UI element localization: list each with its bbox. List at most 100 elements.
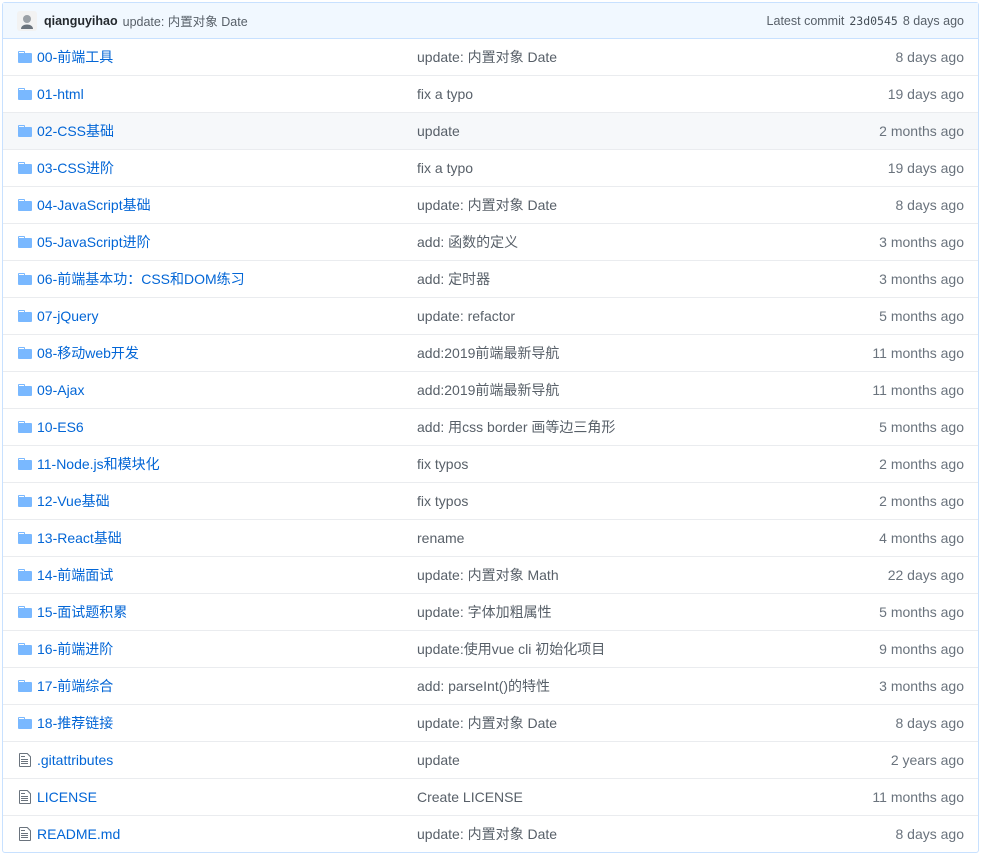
commit-message-link[interactable]: update: 内置对象 Date bbox=[417, 47, 557, 67]
file-row[interactable]: 04-JavaScript基础 update: 内置对象 Date 8 days a… bbox=[3, 186, 978, 223]
latest-commit-info: Latest commit 23d0545 8 days ago bbox=[767, 14, 964, 28]
commit-age: 8 days ago bbox=[895, 826, 965, 842]
file-row[interactable]: 07-jQuery update: refactor 5 months ago bbox=[3, 297, 978, 334]
folder-icon bbox=[18, 717, 32, 729]
commit-message-link[interactable]: update: 字体加粗属性 bbox=[417, 602, 552, 622]
file-name-link[interactable]: LICENSE bbox=[37, 789, 97, 805]
file-name-link[interactable]: 12-Vue基础 bbox=[37, 491, 110, 511]
file-row[interactable]: 00-前端工具 update: 内置对象 Date 8 days ago bbox=[3, 39, 978, 75]
folder-icon bbox=[18, 495, 32, 507]
commit-message-link[interactable]: rename bbox=[417, 530, 464, 546]
folder-icon bbox=[18, 125, 32, 137]
commit-message-link[interactable]: add:2019前端最新导航 bbox=[417, 343, 559, 363]
commit-age: 5 months ago bbox=[879, 308, 964, 324]
avatar[interactable] bbox=[17, 10, 37, 31]
folder-icon bbox=[18, 51, 32, 63]
file-icon bbox=[19, 827, 31, 841]
file-row[interactable]: 09-Ajax add:2019前端最新导航 11 months ago bbox=[3, 371, 978, 408]
file-row[interactable]: 14-前端面试 update: 内置对象 Math 22 days ago bbox=[3, 556, 978, 593]
file-row[interactable]: .gitattributes update 2 years ago bbox=[3, 741, 978, 778]
file-name-link[interactable]: 09-Ajax bbox=[37, 382, 84, 398]
commit-age: 22 days ago bbox=[887, 567, 964, 583]
file-name-link[interactable]: 03-CSS进阶 bbox=[37, 158, 114, 178]
folder-icon bbox=[18, 606, 32, 618]
commit-message-link[interactable]: add: 定时器 bbox=[417, 269, 490, 289]
file-row[interactable]: 06-前端基本功：CSS和DOM练习 add: 定时器 3 months ago bbox=[3, 260, 978, 297]
commit-author[interactable]: qianguyihao bbox=[44, 14, 118, 28]
folder-icon bbox=[18, 384, 32, 396]
folder-icon bbox=[18, 199, 32, 211]
commit-message-link[interactable]: update: 内置对象 Date bbox=[417, 824, 557, 844]
folder-icon bbox=[18, 273, 32, 285]
commit-message-link[interactable]: fix a typo bbox=[417, 160, 473, 176]
file-row[interactable]: 15-面试题积累 update: 字体加粗属性 5 months ago bbox=[3, 593, 978, 630]
file-row[interactable]: 13-React基础 rename 4 months ago bbox=[3, 519, 978, 556]
commit-age: 2 months ago bbox=[879, 123, 964, 139]
file-name-link[interactable]: 05-JavaScript进阶 bbox=[37, 232, 151, 252]
commit-message[interactable]: update: 内置对象 Date bbox=[123, 11, 248, 30]
file-name-link[interactable]: 02-CSS基础 bbox=[37, 121, 114, 141]
file-row[interactable]: 18-推荐链接 update: 内置对象 Date 8 days ago bbox=[3, 704, 978, 741]
folder-icon bbox=[18, 347, 32, 359]
folder-icon bbox=[18, 88, 32, 100]
folder-icon bbox=[18, 680, 32, 692]
commit-message-link[interactable]: update bbox=[417, 123, 460, 139]
file-name-link[interactable]: 15-面试题积累 bbox=[37, 602, 127, 622]
file-row[interactable]: 03-CSS进阶 fix a typo 19 days ago bbox=[3, 149, 978, 186]
commit-sha[interactable]: 23d0545 bbox=[849, 14, 897, 28]
commit-message-link[interactable]: update: 内置对象 Math bbox=[417, 565, 559, 585]
file-row[interactable]: 11-Node.js和模块化 fix typos 2 months ago bbox=[3, 445, 978, 482]
file-name-link[interactable]: 14-前端面试 bbox=[37, 565, 113, 585]
file-name-link[interactable]: 17-前端综合 bbox=[37, 676, 113, 696]
commit-message-link[interactable]: update: 内置对象 Date bbox=[417, 195, 557, 215]
commit-message-link[interactable]: Create LICENSE bbox=[417, 789, 523, 805]
commit-message-link[interactable]: update bbox=[417, 752, 460, 768]
commit-age: 2 years ago bbox=[890, 752, 964, 768]
file-name-link[interactable]: 13-React基础 bbox=[37, 528, 122, 548]
commit-message-link[interactable]: add: parseInt()的特性 bbox=[417, 676, 550, 696]
commit-message-link[interactable]: fix a typo bbox=[417, 86, 473, 102]
commit-message-link[interactable]: update:使用vue cli 初始化项目 bbox=[417, 639, 605, 659]
file-name-link[interactable]: 07-jQuery bbox=[37, 308, 98, 324]
commit-message-link[interactable]: fix typos bbox=[417, 456, 468, 472]
file-row[interactable]: LICENSE Create LICENSE 11 months ago bbox=[3, 778, 978, 815]
file-name-link[interactable]: .gitattributes bbox=[37, 752, 113, 768]
file-name-link[interactable]: 06-前端基本功：CSS和DOM练习 bbox=[37, 269, 245, 289]
commit-message-link[interactable]: fix typos bbox=[417, 493, 468, 509]
file-row[interactable]: 02-CSS基础 update 2 months ago bbox=[3, 112, 978, 149]
folder-icon bbox=[18, 162, 32, 174]
file-name-link[interactable]: 11-Node.js和模块化 bbox=[37, 454, 160, 474]
file-name-link[interactable]: 01-html bbox=[37, 86, 84, 102]
commit-message-link[interactable]: add: 函数的定义 bbox=[417, 232, 518, 252]
commit-message-link[interactable]: add: 用css border 画等边三角形 bbox=[417, 417, 615, 437]
commit-age: 5 months ago bbox=[879, 604, 964, 620]
file-list: 00-前端工具 update: 内置对象 Date 8 days ago 01-htm… bbox=[3, 39, 978, 852]
folder-icon bbox=[18, 532, 32, 544]
file-row[interactable]: 16-前端进阶 update:使用vue cli 初始化项目 9 months ag… bbox=[3, 630, 978, 667]
file-row[interactable]: 01-html fix a typo 19 days ago bbox=[3, 75, 978, 112]
file-name-link[interactable]: 10-ES6 bbox=[37, 419, 84, 435]
commit-message-link[interactable]: update: 内置对象 Date bbox=[417, 713, 557, 733]
file-name-link[interactable]: 00-前端工具 bbox=[37, 47, 113, 67]
folder-icon bbox=[18, 236, 32, 248]
commit-age: 11 months ago bbox=[872, 789, 964, 805]
commit-age: 3 months ago bbox=[879, 271, 964, 287]
commit-message-link[interactable]: update: refactor bbox=[417, 308, 515, 324]
file-row[interactable]: README.md update: 内置对象 Date 8 days ago bbox=[3, 815, 978, 852]
commit-age: 11 months ago bbox=[872, 382, 964, 398]
file-name-link[interactable]: 18-推荐链接 bbox=[37, 713, 113, 733]
file-row[interactable]: 05-JavaScript进阶 add: 函数的定义 3 months ago bbox=[3, 223, 978, 260]
file-name-link[interactable]: README.md bbox=[37, 826, 120, 842]
commit-age: 8 days ago bbox=[902, 13, 964, 28]
file-row[interactable]: 08-移动web开发 add:2019前端最新导航 11 months ago bbox=[3, 334, 978, 371]
commit-age: 8 days ago bbox=[895, 49, 965, 65]
file-row[interactable]: 12-Vue基础 fix typos 2 months ago bbox=[3, 482, 978, 519]
file-name-link[interactable]: 16-前端进阶 bbox=[37, 639, 113, 659]
file-row[interactable]: 10-ES6 add: 用css border 画等边三角形 5 months a… bbox=[3, 408, 978, 445]
folder-icon bbox=[18, 569, 32, 581]
file-name-link[interactable]: 08-移动web开发 bbox=[37, 343, 139, 363]
file-row[interactable]: 17-前端综合 add: parseInt()的特性 3 months ago bbox=[3, 667, 978, 704]
commit-age: 3 months ago bbox=[879, 234, 964, 250]
commit-message-link[interactable]: add:2019前端最新导航 bbox=[417, 380, 559, 400]
file-name-link[interactable]: 04-JavaScript基础 bbox=[37, 195, 151, 215]
